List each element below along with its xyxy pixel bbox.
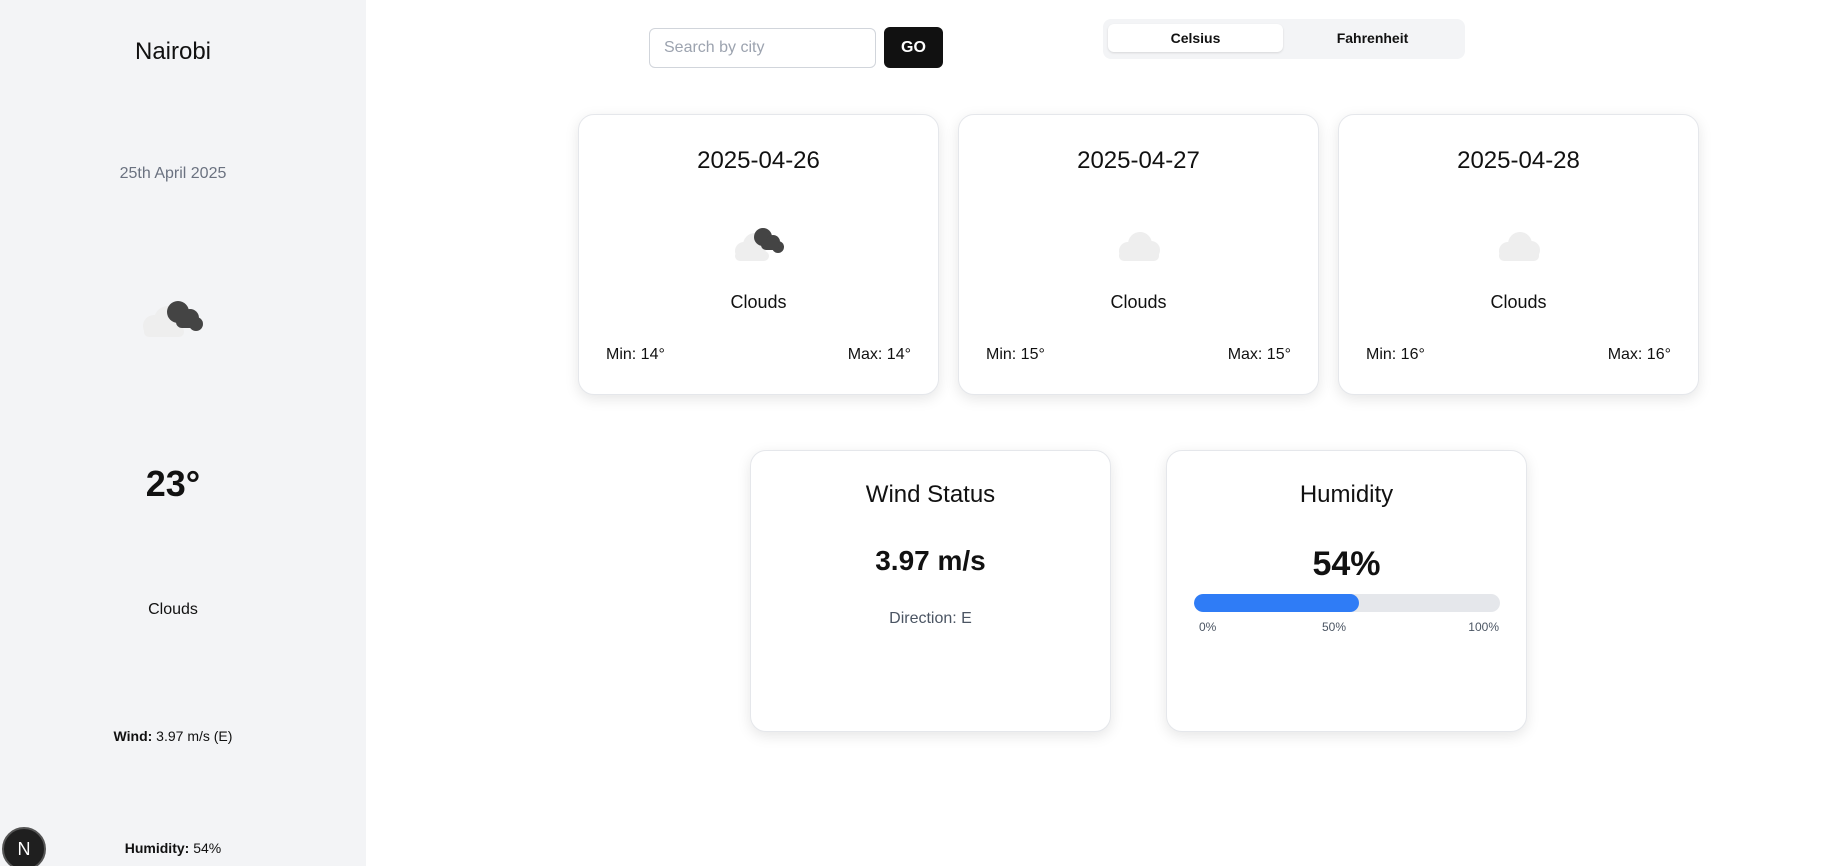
forecast-max: Max: 15°	[1227, 346, 1291, 363]
forecast-max: Max: 16°	[1607, 346, 1671, 363]
nextjs-dev-badge[interactable]: N	[2, 827, 46, 866]
current-date: 25th April 2025	[119, 165, 227, 182]
forecast-min: Min: 14°	[606, 346, 665, 363]
scattered-clouds-icon	[140, 298, 210, 343]
scale-tick-100: 100%	[1468, 620, 1499, 634]
sidebar-humidity: Humidity: 54%	[0, 840, 346, 856]
forecast-min: Min: 16°	[1366, 346, 1425, 363]
sidebar: Nairobi 25th April 2025 23° Clouds Wind:…	[0, 0, 366, 866]
wind-direction: Direction: E	[889, 610, 972, 627]
humidity-label: Humidity:	[124, 840, 190, 856]
fahrenheit-button[interactable]: Fahrenheit	[1285, 24, 1460, 52]
forecast-min: Min: 15°	[986, 346, 1045, 363]
city-name: Nairobi	[134, 38, 212, 65]
humidity-value: 54%	[189, 840, 222, 856]
sidebar-wind: Wind: 3.97 m/s (E)	[0, 728, 346, 744]
wind-label: Wind:	[113, 728, 153, 744]
cloud-icon	[1112, 225, 1168, 265]
wind-status-title: Wind Status	[865, 481, 996, 508]
forecast-date: 2025-04-27	[1077, 147, 1200, 174]
forecast-date: 2025-04-26	[697, 147, 820, 174]
forecast-max: Max: 14°	[847, 346, 911, 363]
humidity-progress-track	[1194, 594, 1500, 612]
badge-letter: N	[17, 838, 31, 859]
current-temperature: 23°	[145, 463, 201, 504]
humidity-title: Humidity	[1299, 481, 1394, 508]
humidity-card: Humidity 54% 0% 50% 100%	[1166, 450, 1527, 732]
app-root: Nairobi 25th April 2025 23° Clouds Wind:…	[0, 0, 1826, 866]
forecast-card: 2025-04-26 Clouds Min: 14° Max: 14°	[578, 114, 939, 395]
forecast-card: 2025-04-27 Clouds Min: 15° Max: 15°	[958, 114, 1319, 395]
forecast-condition: Clouds	[730, 292, 787, 312]
forecast-date: 2025-04-28	[1457, 147, 1580, 174]
humidity-progress-fill	[1194, 594, 1360, 612]
forecast-condition: Clouds	[1110, 292, 1167, 312]
celsius-button[interactable]: Celsius	[1108, 24, 1283, 52]
wind-speed: 3.97 m/s	[875, 545, 986, 576]
unit-toggle: Celsius Fahrenheit	[1103, 19, 1465, 59]
wind-status-card: Wind Status 3.97 m/s Direction: E	[750, 450, 1111, 732]
scale-tick-0: 0%	[1199, 620, 1217, 634]
go-button[interactable]: GO	[884, 27, 943, 68]
scale-tick-50: 50%	[1322, 620, 1347, 634]
forecast-condition: Clouds	[1490, 292, 1547, 312]
humidity-percent: 54%	[1312, 545, 1381, 583]
wind-value: 3.97 m/s (E)	[152, 728, 233, 744]
search-input[interactable]	[649, 28, 876, 68]
cloud-icon	[1492, 225, 1548, 265]
current-condition: Clouds	[148, 601, 198, 618]
forecast-card: 2025-04-28 Clouds Min: 16° Max: 16°	[1338, 114, 1699, 395]
scattered-clouds-icon	[732, 225, 788, 265]
